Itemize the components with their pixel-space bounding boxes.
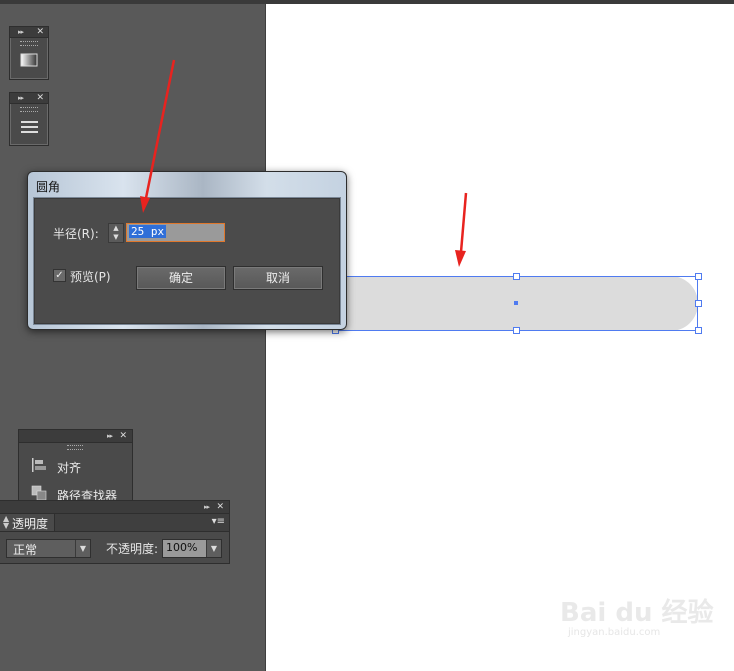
watermark-url: jingyan.baidu.com — [568, 627, 661, 638]
annotation-arrows-layer — [140, 59, 468, 267]
baidu-watermark: Bai du 经验 — [560, 598, 714, 628]
annotation-arrow-icon — [455, 192, 468, 267]
annotation-arrow-icon — [140, 59, 176, 213]
